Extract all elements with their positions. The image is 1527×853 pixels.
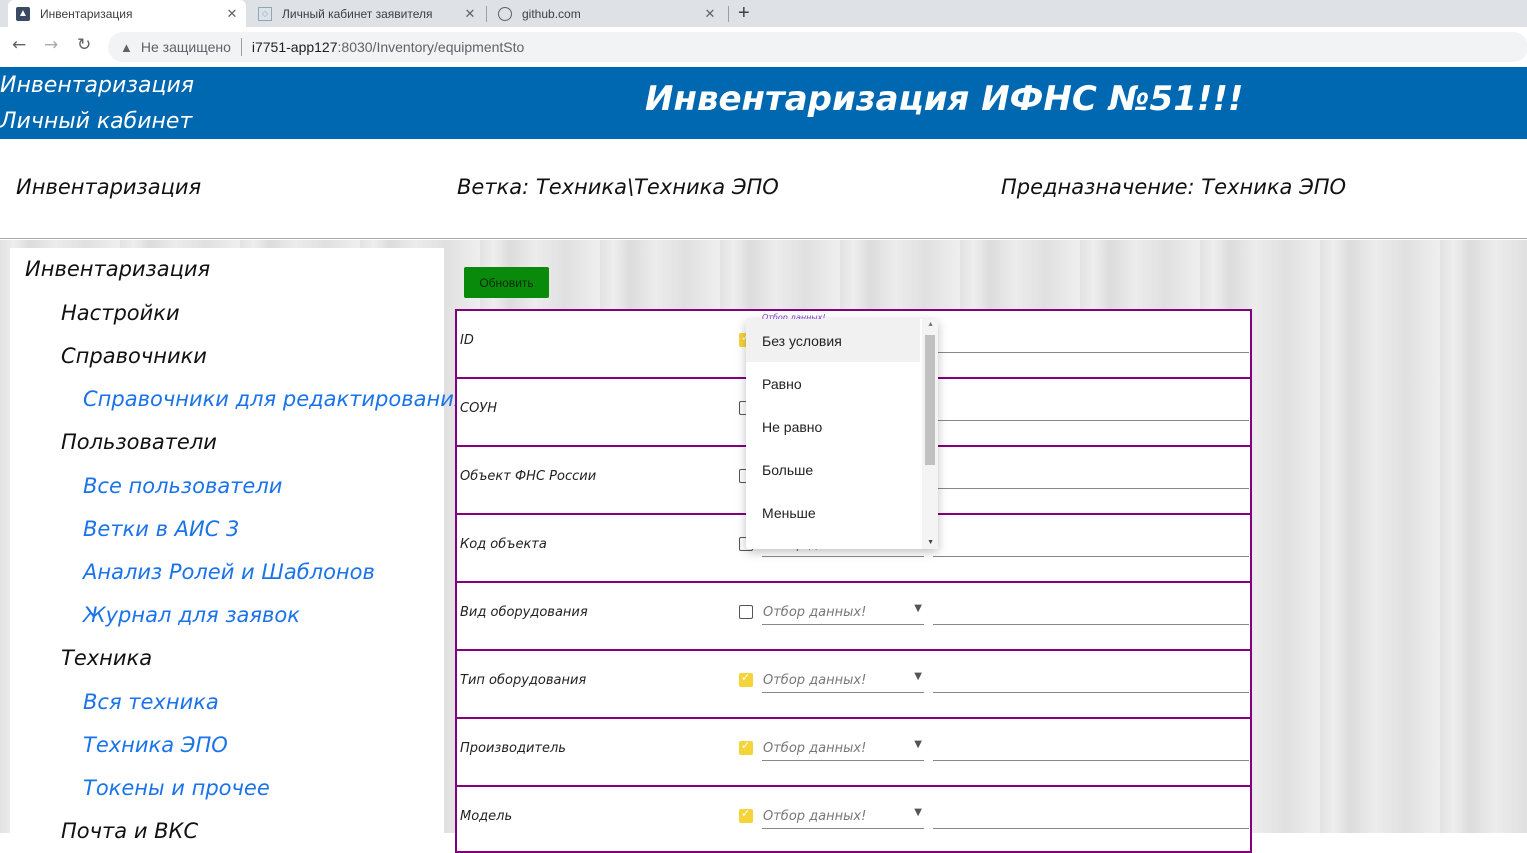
nav-link-inventory[interactable]: Инвентаризация bbox=[0, 73, 194, 98]
filter-condition-select[interactable]: Отбор данных! ▼ bbox=[762, 805, 924, 829]
triangle-down-icon: ▼ bbox=[914, 739, 922, 750]
filter-value-input[interactable] bbox=[933, 533, 1249, 557]
section-name: Инвентаризация bbox=[16, 175, 202, 199]
field-label: Код объекта bbox=[460, 537, 547, 552]
dropdown-option[interactable]: Меньше bbox=[746, 491, 920, 534]
browser-tab-inventory[interactable]: ▲ Инвентаризация ✕ bbox=[8, 0, 246, 27]
forward-arrow-icon[interactable]: → bbox=[44, 35, 58, 55]
filter-row-equipment-type: Тип оборудования Отбор данных! ▼ bbox=[455, 649, 1252, 717]
site-header: Инвентаризация Личный кабинет Инвентариз… bbox=[0, 67, 1527, 139]
field-checkbox[interactable] bbox=[739, 671, 753, 687]
dropdown-option[interactable]: Больше bbox=[746, 448, 920, 491]
tab-title: Инвентаризация bbox=[40, 6, 133, 21]
sidebar-item-references[interactable]: Справочники bbox=[61, 344, 207, 368]
info-bar: Инвентаризация Ветка: Техника\Техника ЭП… bbox=[0, 139, 1527, 239]
sidebar-item-inventory[interactable]: Инвентаризация bbox=[25, 257, 210, 281]
select-placeholder: Отбор данных! bbox=[763, 605, 867, 620]
triangle-down-icon: ▼ bbox=[914, 671, 922, 682]
sidebar-item-users[interactable]: Пользователи bbox=[61, 430, 217, 454]
site-favicon-icon: ▲ bbox=[16, 6, 30, 21]
sidebar-item-all-users[interactable]: Все пользователи bbox=[83, 474, 282, 498]
field-checkbox[interactable] bbox=[739, 807, 753, 823]
field-checkbox[interactable] bbox=[739, 739, 753, 755]
tab-divider bbox=[486, 6, 487, 22]
select-placeholder: Отбор данных! bbox=[763, 673, 867, 688]
url-divider bbox=[240, 38, 242, 56]
close-icon[interactable]: ✕ bbox=[702, 6, 718, 22]
browser-tab-cabinet[interactable]: ◇ Личный кабинет заявителя ✕ bbox=[250, 0, 484, 27]
sidebar-item-branches[interactable]: Ветки в АИС 3 bbox=[83, 517, 239, 541]
filter-value-input[interactable] bbox=[933, 805, 1249, 829]
sidebar-item-roles-analysis[interactable]: Анализ Ролей и Шаблонов bbox=[83, 560, 375, 584]
new-tab-button[interactable]: + bbox=[738, 2, 750, 25]
field-label: Производитель bbox=[460, 741, 566, 756]
filter-value-input[interactable] bbox=[933, 329, 1249, 353]
sidebar-item-all-equipment[interactable]: Вся техника bbox=[83, 690, 219, 714]
dropdown-option[interactable]: Равно bbox=[746, 362, 920, 405]
field-label: Тип оборудования bbox=[460, 673, 587, 688]
field-checkbox[interactable] bbox=[739, 605, 753, 619]
filter-condition-select[interactable]: Отбор данных! ▼ bbox=[762, 737, 924, 761]
sidebar-item-settings[interactable]: Настройки bbox=[61, 301, 180, 325]
filter-value-input[interactable] bbox=[933, 465, 1249, 489]
security-status[interactable]: Не защищено bbox=[141, 39, 231, 55]
field-label: СОУН bbox=[460, 401, 498, 416]
sidebar-item-editable-references[interactable]: Справочники для редактирования bbox=[83, 387, 467, 411]
address-bar: ← → ↻ ▲ Не защищено i7751-app127 :8030/I… bbox=[0, 27, 1527, 67]
refresh-button[interactable]: Обновить bbox=[464, 267, 549, 298]
filter-row-equipment-kind: Вид оборудования Отбор данных! ▼ bbox=[455, 581, 1252, 649]
field-label: Модель bbox=[460, 809, 513, 824]
tab-title: Личный кабинет заявителя bbox=[282, 6, 433, 21]
browser-tab-github[interactable]: github.com ✕ bbox=[490, 0, 724, 27]
back-arrow-icon[interactable]: ← bbox=[12, 35, 26, 55]
sidebar-item-epo-equipment[interactable]: Техника ЭПО bbox=[83, 733, 228, 757]
select-placeholder: Отбор данных! bbox=[763, 809, 867, 824]
page-favicon-icon: ◇ bbox=[258, 6, 272, 21]
field-label: Объект ФНС России bbox=[460, 469, 597, 484]
sidebar-item-mail-vks[interactable]: Почта и ВКС bbox=[61, 819, 198, 843]
close-icon[interactable]: ✕ bbox=[224, 6, 240, 22]
filter-value-input[interactable] bbox=[933, 601, 1249, 625]
filter-value-input[interactable] bbox=[933, 669, 1249, 693]
warning-triangle-icon[interactable]: ▲ bbox=[120, 40, 133, 55]
url-host: i7751-app127 bbox=[251, 39, 338, 55]
field-label: Вид оборудования bbox=[460, 605, 588, 620]
sidebar-menu: Инвентаризация Настройки Справочники Спр… bbox=[10, 248, 467, 848]
purpose-label: Предназначение: Техника ЭПО bbox=[1001, 175, 1347, 199]
branch-label: Ветка: Техника\Техника ЭПО bbox=[457, 175, 779, 199]
filter-condition-select[interactable]: Отбор данных! ▼ bbox=[762, 601, 924, 625]
browser-tab-bar: ▲ Инвентаризация ✕ ◇ Личный кабинет заяв… bbox=[0, 0, 1527, 27]
globe-icon bbox=[498, 6, 512, 21]
filter-condition-select[interactable]: Отбор данных! ▼ bbox=[762, 669, 924, 693]
sidebar-item-equipment[interactable]: Техника bbox=[61, 646, 152, 670]
filter-row-manufacturer: Производитель Отбор данных! ▼ bbox=[455, 717, 1252, 785]
nav-link-cabinet[interactable]: Личный кабинет bbox=[0, 109, 192, 134]
tab-divider bbox=[728, 6, 729, 22]
filter-value-input[interactable] bbox=[933, 737, 1249, 761]
filter-value-input[interactable] bbox=[933, 397, 1249, 421]
scrollbar-thumb[interactable] bbox=[925, 335, 935, 465]
select-placeholder: Отбор данных! bbox=[763, 741, 867, 756]
filter-row-model: Модель Отбор данных! ▼ bbox=[455, 785, 1252, 853]
dropdown-option[interactable]: Без условия bbox=[746, 319, 920, 362]
sidebar-item-request-log[interactable]: Журнал для заявок bbox=[83, 603, 300, 627]
tab-title: github.com bbox=[522, 6, 581, 21]
field-label: ID bbox=[460, 333, 474, 348]
sidebar-item-tokens[interactable]: Токены и прочее bbox=[83, 776, 270, 800]
page-title: Инвентаризация ИФНС №51!!! bbox=[645, 79, 1244, 119]
url-field[interactable]: ▲ Не защищено i7751-app127 :8030/Invento… bbox=[108, 32, 1527, 62]
dropdown-option[interactable]: Не равно bbox=[746, 405, 920, 448]
url-path: :8030/Inventory/equipmentSto bbox=[337, 39, 525, 55]
reload-icon[interactable]: ↻ bbox=[77, 35, 91, 55]
scroll-down-icon[interactable]: ▼ bbox=[927, 539, 934, 546]
scroll-up-icon[interactable]: ▲ bbox=[927, 321, 934, 328]
dropdown-scrollbar[interactable]: ▲ ▼ bbox=[922, 319, 938, 549]
condition-dropdown: Без условия Равно Не равно Больше Меньше… bbox=[746, 319, 938, 549]
triangle-down-icon: ▼ bbox=[914, 603, 922, 614]
triangle-down-icon: ▼ bbox=[914, 807, 922, 818]
close-icon[interactable]: ✕ bbox=[462, 6, 478, 22]
